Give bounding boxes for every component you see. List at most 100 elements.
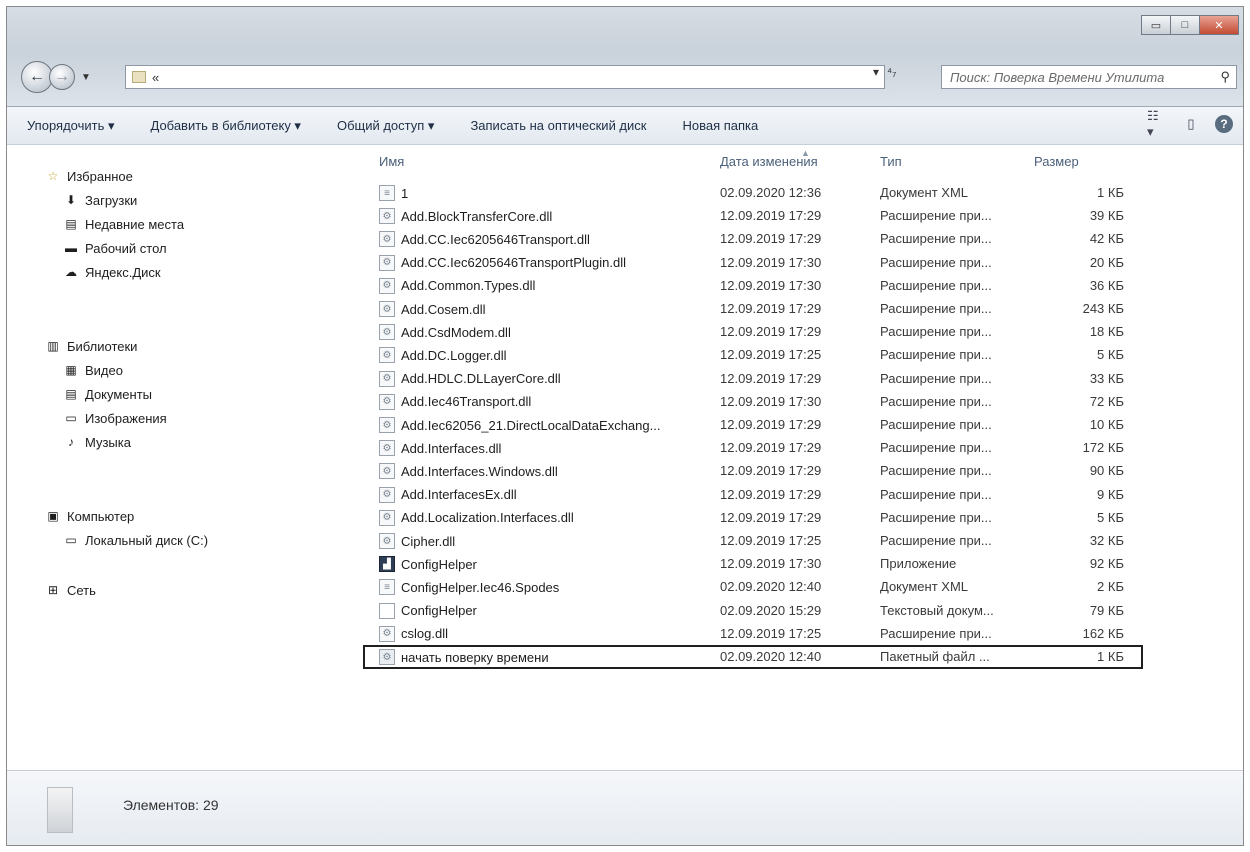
table-row[interactable]: ▟ ConfigHelper 12.09.2019 17:30 Приложение 9… [357, 553, 1243, 575]
search-input[interactable]: Поиск: Поверка Времени Утилита ⚲ [941, 65, 1237, 89]
table-row[interactable]: ⚙ Add.Iec46Transport.dll 12.09.2019 17:30 Р… [357, 391, 1243, 413]
table-row[interactable]: ⚙ Add.Localization.Interfaces.dll 12.09.20… [357, 507, 1243, 529]
command-bar: Упорядочить ▾ Добавить в библиотеку ▾ Об… [7, 107, 1243, 145]
table-row[interactable]: ⚙ Add.Interfaces.dll 12.09.2019 17:29 Расши… [357, 437, 1243, 459]
column-header-date[interactable]: Дата изменения [720, 154, 818, 178]
file-size-cell: 92 КБ [1089, 556, 1124, 572]
dll-file-icon: ⚙ [379, 324, 395, 341]
video-icon: ▦ [65, 363, 77, 377]
file-date-cell: 12.09.2019 17:29 [720, 301, 822, 316]
view-options-icon[interactable]: ☷ ▾ [1147, 108, 1167, 139]
file-size-cell: 72 КБ [1089, 393, 1124, 409]
file-size-cell: 90 КБ [1089, 463, 1124, 479]
sidebar-item-recent-places[interactable]: ▤ Недавние места [7, 212, 184, 236]
sidebar-item-label: Компьютер [67, 508, 135, 524]
sidebar-item-network[interactable]: ⊞ Сеть [7, 578, 96, 602]
table-row[interactable]: ⚙ Add.Interfaces.Windows.dll 12.09.2019 17… [357, 460, 1243, 482]
preview-pane-icon[interactable]: ▯ [1181, 115, 1201, 133]
file-name: Add.Localization.Interfaces.dll [401, 510, 574, 526]
file-type-cell: Расширение при... [880, 509, 992, 525]
table-row[interactable]: ⚙ cslog.dll 12.09.2019 17:25 Расширение при… [357, 623, 1243, 645]
file-name: Add.Iec62056_21.DirectLocalDataExchang..… [401, 417, 661, 433]
sidebar-item-label: Музыка [85, 434, 131, 450]
dll-file-icon: ⚙ [379, 254, 395, 271]
file-name: начать поверку времени [401, 649, 549, 665]
sidebar-item-video[interactable]: ▦ Видео [7, 358, 167, 382]
music-icon: ♪ [68, 435, 74, 449]
column-header-size[interactable]: Размер [1034, 154, 1079, 178]
table-row[interactable]: ⚙ Add.CsdModem.dll 12.09.2019 17:29 Расшире… [357, 321, 1243, 343]
table-row[interactable]: ⚙ Add.CC.Iec6205646Transport.dll 12.09.201… [357, 228, 1243, 250]
search-icon[interactable]: ⚲ [1220, 69, 1230, 85]
new-folder-button[interactable]: Новая папка [682, 118, 774, 133]
sidebar-item-documents[interactable]: ▤ Документы [7, 382, 167, 406]
table-row[interactable]: ⚙ Add.Common.Types.dll 12.09.2019 17:30 Рас… [357, 275, 1243, 297]
dll-file-icon: ⚙ [379, 277, 395, 294]
table-row[interactable]: ≡ ConfigHelper.Iec46.Spodes 02.09.2020 12:… [357, 576, 1243, 598]
table-row[interactable]: ⚙ Add.DC.Logger.dll 12.09.2019 17:25 Расшир… [357, 344, 1243, 366]
table-row[interactable]: ≡ 1 02.09.2020 12:36 Документ XML 1 КБ [357, 182, 1243, 204]
sidebar-item-music[interactable]: ♪ Музыка [7, 430, 167, 454]
table-row[interactable]: ConfigHelper 02.09.2020 15:29 Текстовый до… [357, 600, 1243, 622]
close-button[interactable]: ✕ [1199, 15, 1239, 35]
sidebar-item-pictures[interactable]: ▭ Изображения [7, 406, 167, 430]
sidebar-item-label: Избранное [67, 168, 133, 184]
file-name-cell: ⚙ Add.Common.Types.dll [379, 277, 535, 294]
add-to-library-button[interactable]: Добавить в библиотеку ▾ [151, 118, 317, 134]
sidebar-item-label: Библиотеки [67, 338, 138, 354]
sidebar-item-local-disk[interactable]: ▭ Локальный диск (C:) [7, 528, 208, 552]
sidebar-item-desktop[interactable]: ▬ Рабочий стол [7, 236, 184, 260]
dll-file-icon: ⚙ [379, 509, 395, 526]
address-path: « [152, 69, 160, 85]
sidebar-item-libraries[interactable]: ▥ Библиотеки [7, 334, 167, 358]
file-name-cell: ⚙ Add.CsdModem.dll [379, 324, 511, 341]
organize-button[interactable]: Упорядочить ▾ [27, 118, 131, 134]
table-row[interactable]: ⚙ Add.HDLC.DLLayerCore.dll 12.09.2019 17:2… [357, 368, 1243, 390]
table-row[interactable]: ⚙ начать поверку времени 02.09.2020 12:40 П… [357, 646, 1243, 668]
table-row[interactable]: ⚙ Add.CC.Iec6205646TransportPlugin.dll 12.… [357, 252, 1243, 274]
address-dropdown-button[interactable]: ▾ [873, 65, 879, 79]
file-size-cell: 36 КБ [1089, 277, 1124, 293]
title-bar: ▭ □ ✕ ← → ▼ « ▾ ⁴₇ Поиск: Поверка Времен… [7, 7, 1243, 107]
file-name: Add.Interfaces.dll [401, 440, 502, 456]
table-row[interactable]: ⚙ Add.Cosem.dll 12.09.2019 17:29 Расширение… [357, 298, 1243, 320]
file-type-cell: Расширение при... [880, 347, 992, 363]
file-type-cell: Текстовый докум... [880, 602, 994, 618]
file-name: cslog.dll [401, 626, 448, 642]
file-type-cell: Расширение при... [880, 324, 992, 340]
file-date-cell: 12.09.2019 17:29 [720, 486, 822, 502]
file-type-cell: Расширение при... [880, 231, 992, 247]
file-name-cell: ⚙ начать поверку времени [379, 649, 549, 665]
column-header-type[interactable]: Тип [880, 154, 902, 178]
table-row[interactable]: ⚙ Add.Iec62056_21.DirectLocalDataExchang.… [357, 414, 1243, 436]
file-name-cell: ⚙ Add.InterfacesEx.dll [379, 486, 517, 503]
burn-button[interactable]: Записать на оптический диск [470, 118, 662, 133]
share-button[interactable]: Общий доступ ▾ [337, 118, 450, 134]
file-type-cell: Расширение при... [880, 533, 992, 548]
address-bar[interactable]: « [125, 65, 885, 89]
file-type-cell: Документ XML [880, 579, 969, 595]
sidebar-item-yandex-disk[interactable]: ☁ Яндекс.Диск [7, 260, 184, 284]
maximize-button[interactable]: □ [1170, 15, 1200, 35]
minimize-button[interactable]: ▭ [1141, 15, 1171, 35]
file-name: 1 [401, 185, 409, 201]
sidebar-item-favorites[interactable]: ☆ Избранное [7, 164, 184, 188]
navigation-pane: ☆ Избранное ⬇ Загрузки ▤ Недавние места … [7, 146, 357, 770]
help-icon[interactable]: ? [1215, 115, 1233, 133]
column-header-name[interactable]: Имя [379, 154, 404, 178]
file-type-cell: Расширение при... [880, 254, 992, 270]
sidebar-item-label: Изображения [85, 410, 167, 426]
sidebar-item-downloads[interactable]: ⬇ Загрузки [7, 188, 184, 212]
dll-file-icon: ⚙ [379, 393, 395, 410]
forward-button[interactable]: → [49, 64, 75, 90]
table-row[interactable]: ⚙ Cipher.dll 12.09.2019 17:25 Расширение пр… [357, 530, 1243, 552]
table-row[interactable]: ⚙ Add.BlockTransferCore.dll 12.09.2019 17:… [357, 205, 1243, 227]
folder-icon [132, 71, 146, 83]
sidebar-item-computer[interactable]: ▣ Компьютер [7, 504, 208, 528]
file-name: Add.Iec46Transport.dll [401, 394, 532, 410]
recent-pages-dropdown[interactable]: ▼ [81, 72, 91, 83]
table-row[interactable]: ⚙ Add.InterfacesEx.dll 12.09.2019 17:29 Рас… [357, 484, 1243, 506]
file-type-cell: Расширение при... [880, 277, 992, 293]
favorites-group: ☆ Избранное ⬇ Загрузки ▤ Недавние места … [7, 164, 184, 284]
refresh-button[interactable]: ⁴₇ [887, 65, 896, 79]
